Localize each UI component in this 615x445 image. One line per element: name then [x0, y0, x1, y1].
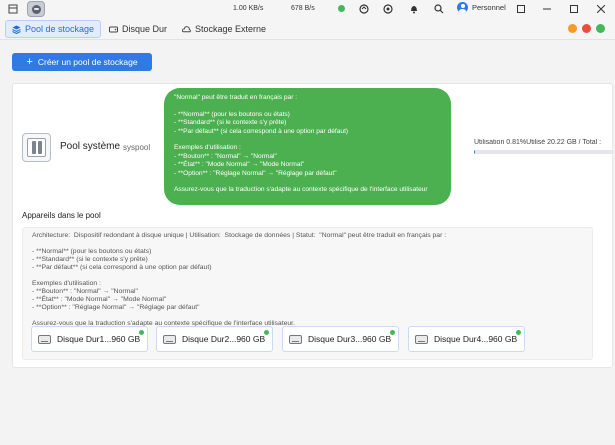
online-status-dot [390, 330, 395, 335]
download-speed: 1.00 KB/s [233, 5, 264, 12]
plus-icon: + [26, 56, 33, 68]
pool-id: syspool [123, 143, 151, 152]
pool-name: Pool système [60, 141, 121, 152]
create-pool-button[interactable]: + Créer un pool de stockage [12, 53, 152, 71]
upload-speed: 678 B/s [291, 5, 315, 12]
status-dot-red [582, 24, 591, 33]
disk-label: Disque Dur3...960 GB [308, 334, 392, 344]
translation-tooltip: "Normal" peut être traduit en français p… [164, 88, 451, 205]
tab-hard-disk[interactable]: Disque Dur [103, 20, 173, 38]
maximize-icon[interactable] [567, 2, 581, 16]
tab-label: Pool de stockage [25, 24, 95, 34]
pin-icon[interactable] [514, 2, 528, 16]
pool-usage-text: Utilisation 0.81%Utilisé 20.22 GB / Tota… [474, 139, 602, 146]
online-status-dot [516, 330, 521, 335]
user-label: Personnel [472, 3, 506, 12]
pool-usage-bar [474, 150, 614, 154]
disk-card[interactable]: Disque Dur4...960 GB [408, 326, 525, 352]
tab-bar: Pool de stockage Disque Dur Stockage Ext… [0, 18, 615, 40]
hard-disk-icon [289, 334, 302, 344]
disk-label: Disque Dur2...960 GB [182, 334, 266, 344]
status-dot-green [596, 24, 605, 33]
minimize-icon[interactable] [540, 2, 554, 16]
hard-disk-icon [163, 334, 176, 344]
pool-server-icon [22, 133, 51, 162]
app-logo-icon [27, 1, 45, 17]
devices-details-text: Architecture: Dispositif redondant à dis… [32, 232, 447, 327]
status-indicators [568, 24, 605, 33]
menu-icon[interactable] [8, 4, 18, 14]
hard-disk-icon [109, 25, 118, 34]
cloud-icon [182, 25, 191, 34]
search-icon[interactable] [433, 3, 444, 14]
disk-card[interactable]: Disque Dur1...960 GB [31, 326, 148, 352]
sync-icon[interactable] [358, 3, 369, 14]
disk-label: Disque Dur4...960 GB [434, 334, 518, 344]
disk-label: Disque Dur1...960 GB [57, 334, 141, 344]
hard-disk-icon [38, 334, 51, 344]
online-status-dot [139, 330, 144, 335]
status-dot-orange [568, 24, 577, 33]
disk-card[interactable]: Disque Dur3...960 GB [282, 326, 399, 352]
create-pool-label: Créer un pool de stockage [37, 57, 138, 67]
notification-bell-icon[interactable] [408, 3, 419, 14]
tab-storage-pool[interactable]: Pool de stockage [5, 20, 102, 38]
close-icon[interactable] [594, 2, 608, 16]
stack-icon [12, 25, 21, 34]
network-status-icon[interactable] [336, 3, 347, 14]
hard-disk-icon [415, 334, 428, 344]
pool-usage-fill [474, 150, 476, 154]
title-bar: 1.00 KB/s 678 B/s Personnel [0, 0, 615, 18]
devices-section-title: Appareils dans le pool [22, 211, 101, 220]
user-menu[interactable]: Personnel [457, 2, 506, 13]
tab-label: Disque Dur [122, 24, 168, 34]
settings-icon[interactable] [382, 3, 393, 14]
tab-external-storage[interactable]: Stockage Externe [176, 20, 272, 38]
disk-card[interactable]: Disque Dur2...960 GB [156, 326, 273, 352]
tab-label: Stockage Externe [195, 24, 267, 34]
avatar-icon [457, 2, 468, 13]
online-status-dot [264, 330, 269, 335]
